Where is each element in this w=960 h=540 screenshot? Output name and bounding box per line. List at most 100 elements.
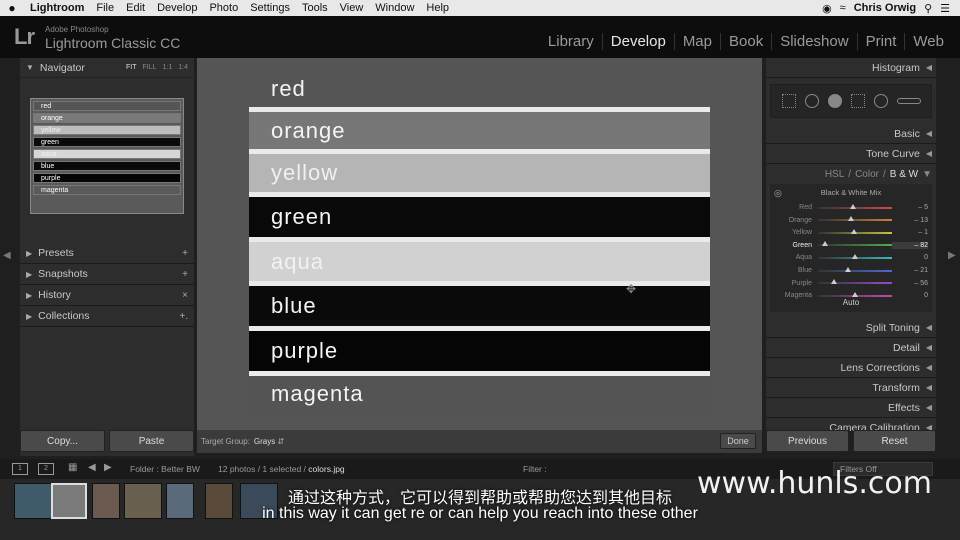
filmstrip-source[interactable]: Folder : Better BW bbox=[130, 464, 200, 474]
zoom-fill[interactable]: FILL bbox=[143, 64, 157, 71]
right-panel-toggle-icon[interactable]: ▶ bbox=[948, 250, 956, 261]
bw-slider-value[interactable]: – 13 bbox=[892, 217, 928, 224]
bw-slider-value[interactable]: – 5 bbox=[892, 204, 928, 211]
bw-slider-thumb[interactable] bbox=[848, 216, 855, 222]
module-map[interactable]: Map bbox=[673, 33, 720, 50]
expand-triangle-icon[interactable]: ▼ bbox=[922, 169, 932, 180]
collapse-triangle-icon[interactable]: ▼ bbox=[26, 63, 34, 72]
target-group[interactable]: Target Group: Grays ⇵ bbox=[201, 437, 284, 446]
apple-menu-icon[interactable]: ● bbox=[0, 1, 24, 15]
forward-arrow-icon[interactable]: ▶ bbox=[104, 462, 112, 473]
previous-button[interactable]: Previous bbox=[766, 430, 849, 452]
bw-slider-aqua[interactable]: Aqua 0 bbox=[770, 252, 932, 263]
left-panel-toggle-icon[interactable]: ◀ bbox=[3, 250, 11, 261]
bw-slider-value[interactable]: 0 bbox=[892, 254, 928, 261]
bw-slider-track[interactable] bbox=[818, 241, 892, 247]
bw-slider-track[interactable] bbox=[818, 228, 892, 234]
collapse-triangle-icon[interactable]: ◀ bbox=[926, 129, 932, 138]
bw-slider-green[interactable]: Green – 82 bbox=[770, 240, 932, 251]
bw-slider-track[interactable] bbox=[818, 291, 892, 297]
basic-header[interactable]: Basic ◀ bbox=[766, 124, 936, 144]
zoom-1-1[interactable]: 1:1 bbox=[163, 64, 173, 71]
bw-slider-blue[interactable]: Blue – 21 bbox=[770, 265, 932, 276]
second-screen-button[interactable]: 2 bbox=[38, 463, 54, 475]
crop-tool-icon[interactable] bbox=[781, 94, 796, 108]
bw-slider-thumb[interactable] bbox=[831, 279, 838, 285]
target-group-value[interactable]: Grays bbox=[254, 437, 275, 446]
copy-button[interactable]: Copy... bbox=[20, 430, 105, 452]
photo[interactable]: red orange yellow green aqua blue purple magent… bbox=[249, 70, 710, 412]
module-library[interactable]: Library bbox=[540, 33, 602, 50]
bw-slider-yellow[interactable]: Yellow – 1 bbox=[770, 227, 932, 238]
module-print[interactable]: Print bbox=[856, 33, 905, 50]
menu-help[interactable]: Help bbox=[420, 2, 455, 14]
menu-view[interactable]: View bbox=[334, 2, 370, 14]
adjustment-brush-icon[interactable] bbox=[896, 98, 921, 104]
collapse-triangle-icon[interactable]: ◀ bbox=[926, 343, 932, 352]
bw-slider-thumb[interactable] bbox=[851, 228, 858, 234]
bw-slider-track[interactable] bbox=[818, 253, 892, 259]
collapse-triangle-icon[interactable]: ◀ bbox=[926, 383, 932, 392]
bw-slider-track[interactable] bbox=[818, 203, 892, 209]
wifi-icon[interactable]: ≈ bbox=[840, 2, 846, 14]
bw-slider-thumb[interactable] bbox=[849, 203, 856, 209]
panel-snapshots[interactable]: ▶ Snapshots + bbox=[20, 264, 194, 285]
zoom-1-4[interactable]: 1:4 bbox=[178, 64, 188, 71]
navigator-preview[interactable]: red orange yellow green aqua blue purple magent… bbox=[30, 98, 184, 214]
menu-file[interactable]: File bbox=[90, 2, 120, 14]
user-name[interactable]: Chris Orwig bbox=[854, 2, 916, 14]
menu-photo[interactable]: Photo bbox=[203, 2, 244, 14]
tone-curve-header[interactable]: Tone Curve ◀ bbox=[766, 144, 936, 164]
panel-action-icon[interactable]: × bbox=[182, 290, 188, 301]
menu-develop[interactable]: Develop bbox=[151, 2, 203, 14]
module-book[interactable]: Book bbox=[720, 33, 771, 50]
panel-action-icon[interactable]: +. bbox=[179, 311, 188, 322]
bw-slider-thumb[interactable] bbox=[852, 253, 858, 259]
chevron-updown-icon[interactable]: ⇵ bbox=[278, 437, 285, 446]
panel-history[interactable]: ▶ History × bbox=[20, 285, 194, 306]
expand-triangle-icon[interactable]: ▶ bbox=[26, 270, 32, 279]
tab-bw[interactable]: B & W bbox=[890, 169, 918, 180]
module-slideshow[interactable]: Slideshow bbox=[771, 33, 856, 50]
grid-icon[interactable]: ▦ bbox=[68, 462, 77, 473]
red-eye-tool-icon[interactable] bbox=[827, 94, 842, 108]
auto-button[interactable]: Auto bbox=[770, 298, 932, 307]
image-canvas[interactable]: red orange yellow green aqua blue purple magent… bbox=[197, 58, 762, 430]
search-icon[interactable]: ⚲ bbox=[924, 2, 932, 15]
bw-slider-track[interactable] bbox=[818, 216, 892, 222]
bw-slider-value[interactable]: – 56 bbox=[892, 280, 928, 287]
graduated-filter-icon[interactable] bbox=[850, 94, 865, 108]
menu-edit[interactable]: Edit bbox=[120, 2, 151, 14]
expand-triangle-icon[interactable]: ▶ bbox=[26, 291, 32, 300]
paste-button[interactable]: Paste bbox=[109, 430, 194, 452]
panel-collections[interactable]: ▶ Collections +. bbox=[20, 306, 194, 327]
zoom-fit[interactable]: FIT bbox=[126, 64, 137, 71]
module-develop[interactable]: Develop bbox=[601, 33, 674, 50]
panel-presets[interactable]: ▶ Presets + bbox=[20, 243, 194, 264]
menu-lightroom[interactable]: Lightroom bbox=[24, 2, 90, 14]
menu-tools[interactable]: Tools bbox=[296, 2, 334, 14]
main-screen-button[interactable]: 1 bbox=[12, 463, 28, 475]
module-web[interactable]: Web bbox=[904, 33, 952, 50]
radial-filter-icon[interactable] bbox=[873, 94, 888, 108]
bw-slider-orange[interactable]: Orange – 13 bbox=[770, 215, 932, 226]
bw-slider-value[interactable]: – 1 bbox=[892, 229, 928, 236]
menu-window[interactable]: Window bbox=[369, 2, 420, 14]
tab-color[interactable]: Color bbox=[855, 169, 879, 180]
bw-slider-thumb[interactable] bbox=[821, 241, 828, 247]
expand-triangle-icon[interactable]: ▶ bbox=[26, 312, 32, 321]
bw-slider-purple[interactable]: Purple – 56 bbox=[770, 278, 932, 289]
collapse-triangle-icon[interactable]: ◀ bbox=[926, 149, 932, 158]
collapse-triangle-icon[interactable]: ◀ bbox=[926, 403, 932, 412]
collapse-triangle-icon[interactable]: ◀ bbox=[926, 363, 932, 372]
tab-hsl[interactable]: HSL bbox=[825, 169, 844, 180]
panel-detail[interactable]: Detail ◀ bbox=[766, 338, 936, 358]
bw-slider-red[interactable]: Red – 5 bbox=[770, 202, 932, 213]
spot-removal-tool-icon[interactable] bbox=[804, 94, 819, 108]
panel-lens-corrections[interactable]: Lens Corrections ◀ bbox=[766, 358, 936, 378]
menu-settings[interactable]: Settings bbox=[244, 2, 296, 14]
bw-slider-track[interactable] bbox=[818, 266, 892, 272]
bw-slider-value[interactable]: – 82 bbox=[892, 241, 928, 249]
panel-action-icon[interactable]: + bbox=[182, 269, 188, 280]
collapse-triangle-icon[interactable]: ◀ bbox=[926, 323, 932, 332]
